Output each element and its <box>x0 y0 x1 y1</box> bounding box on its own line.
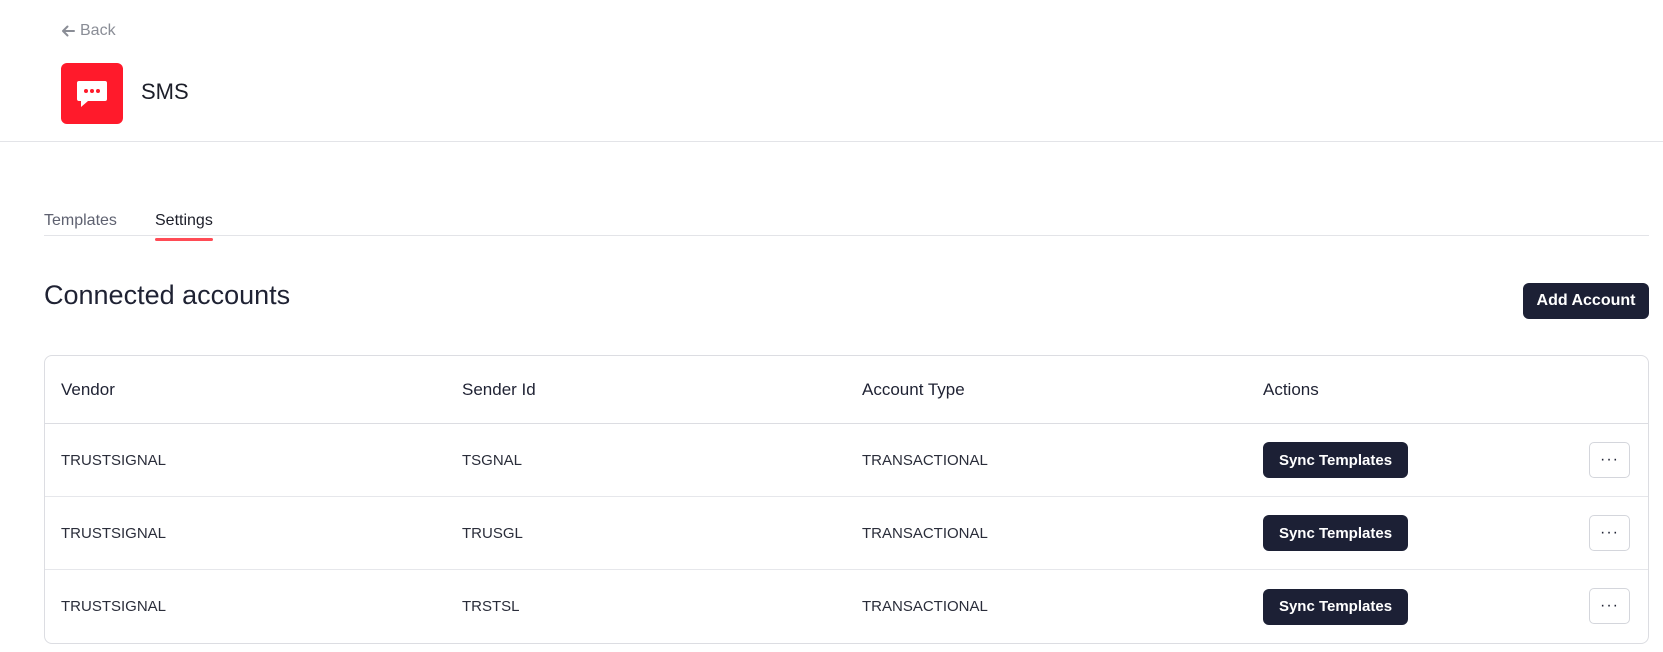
account-type-cell: TRANSACTIONAL <box>862 598 988 615</box>
table-row: TRUSTSIGNAL TSGNAL TRANSACTIONAL Sync Te… <box>45 424 1648 497</box>
ellipsis-icon: ··· <box>1600 451 1619 468</box>
accounts-table: Vendor Sender Id Account Type Actions TR… <box>44 355 1649 644</box>
add-account-button[interactable]: Add Account <box>1523 283 1649 319</box>
account-type-cell: TRANSACTIONAL <box>862 524 988 542</box>
tab-bar: Templates Settings <box>44 208 1649 241</box>
actions-cell: Sync Templates <box>1263 424 1408 496</box>
actions-cell: Sync Templates <box>1263 570 1408 643</box>
sender-id-cell: TSGNAL <box>462 451 523 469</box>
arrow-left-icon <box>62 25 75 37</box>
sender-id-cell: TRSTSL <box>462 598 520 615</box>
back-label: Back <box>80 22 116 39</box>
more-options-button[interactable]: ··· <box>1589 515 1630 551</box>
more-options-button[interactable]: ··· <box>1589 442 1630 478</box>
back-link[interactable]: Back <box>60 22 116 40</box>
sync-templates-button[interactable]: Sync Templates <box>1263 442 1408 478</box>
actions-cell: Sync Templates <box>1263 497 1408 569</box>
ellipsis-icon: ··· <box>1600 597 1619 614</box>
ellipsis-icon: ··· <box>1600 524 1619 541</box>
tab-templates[interactable]: Templates <box>44 212 117 230</box>
vendor-cell: TRUSTSIGNAL <box>61 524 167 542</box>
vendor-cell: TRUSTSIGNAL <box>61 598 167 615</box>
section-title: Connected accounts <box>44 280 291 310</box>
column-header-sender-id: Sender Id <box>462 379 536 399</box>
table-header-row: Vendor Sender Id Account Type Actions <box>45 356 1648 424</box>
column-header-account-type: Account Type <box>862 379 965 399</box>
table-row: TRUSTSIGNAL TRSTSL TRANSACTIONAL Sync Te… <box>45 570 1648 643</box>
vendor-cell: TRUSTSIGNAL <box>61 451 167 469</box>
sms-app-icon <box>61 63 123 124</box>
sender-id-cell: TRUSGL <box>462 524 523 542</box>
table-row: TRUSTSIGNAL TRUSGL TRANSACTIONAL Sync Te… <box>45 497 1648 570</box>
sync-templates-button[interactable]: Sync Templates <box>1263 515 1408 551</box>
chat-bubble-icon <box>77 80 107 107</box>
account-type-cell: TRANSACTIONAL <box>862 451 988 469</box>
column-header-vendor: Vendor <box>61 379 115 399</box>
more-options-button[interactable]: ··· <box>1589 588 1630 624</box>
page-header: Back SMS <box>0 0 1663 142</box>
tab-settings[interactable]: Settings <box>155 212 213 241</box>
sync-templates-button[interactable]: Sync Templates <box>1263 588 1408 625</box>
column-header-actions: Actions <box>1263 379 1319 399</box>
page-title: SMS <box>141 79 189 104</box>
